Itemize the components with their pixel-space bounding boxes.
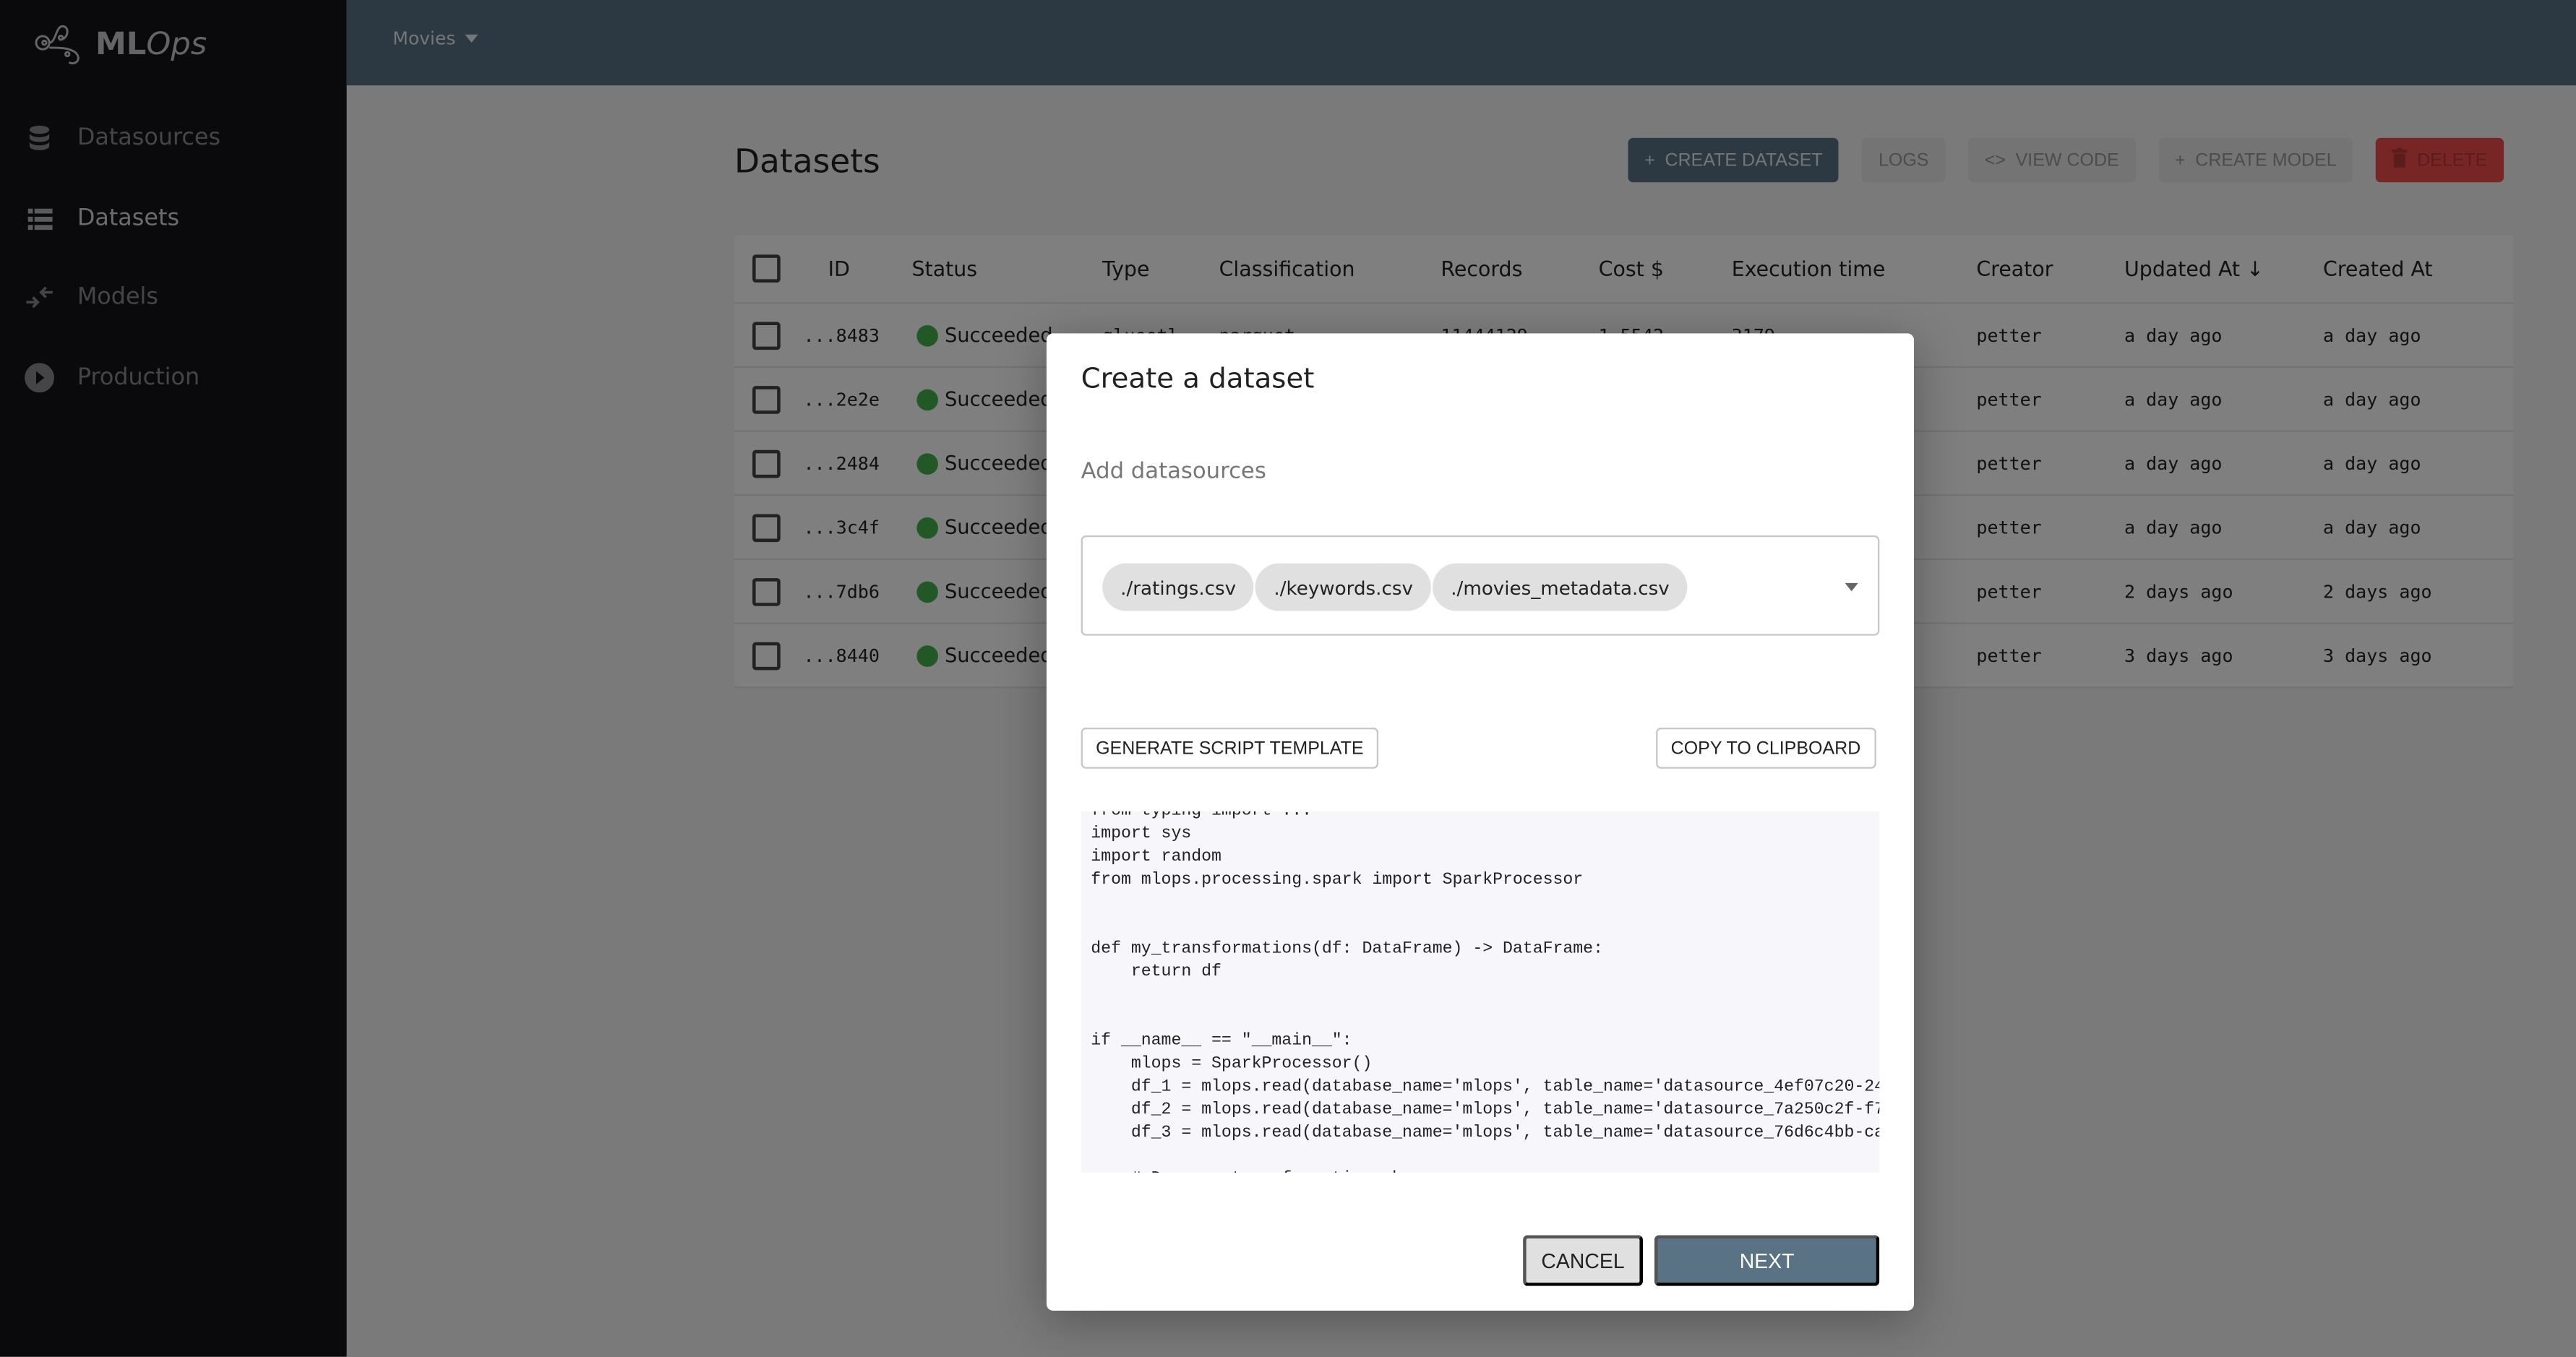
next-button[interactable]: NEXT — [1654, 1235, 1880, 1286]
code-content: from typing import ... import sys import… — [1091, 811, 1880, 1173]
create-dataset-dialog: Create a dataset Add datasources ./ratin… — [1046, 333, 1915, 1311]
dialog-subtitle: Add datasources — [1081, 458, 1266, 485]
selected-datasources: ./ratings.csv ./keywords.csv ./movies_meta… — [1102, 563, 1688, 611]
app-root: MLOps Datasources Datasets Models Produc… — [0, 0, 2576, 1357]
copy-to-clipboard-button[interactable]: COPY TO CLIPBOARD — [1656, 727, 1876, 769]
datasources-multiselect[interactable]: ./ratings.csv ./keywords.csv ./movies_meta… — [1081, 535, 1880, 636]
datasource-chip[interactable]: ./movies_metadata.csv — [1433, 563, 1688, 611]
generate-script-template-button[interactable]: GENERATE SCRIPT TEMPLATE — [1081, 727, 1379, 769]
datasource-chip[interactable]: ./ratings.csv — [1102, 563, 1255, 611]
datasource-chip[interactable]: ./keywords.csv — [1255, 563, 1431, 611]
cancel-button[interactable]: CANCEL — [1523, 1235, 1643, 1286]
code-editor[interactable]: from typing import ... import sys import… — [1081, 811, 1880, 1173]
dialog-title: Create a dataset — [1081, 363, 1315, 396]
caret-down-icon[interactable] — [1845, 582, 1858, 592]
